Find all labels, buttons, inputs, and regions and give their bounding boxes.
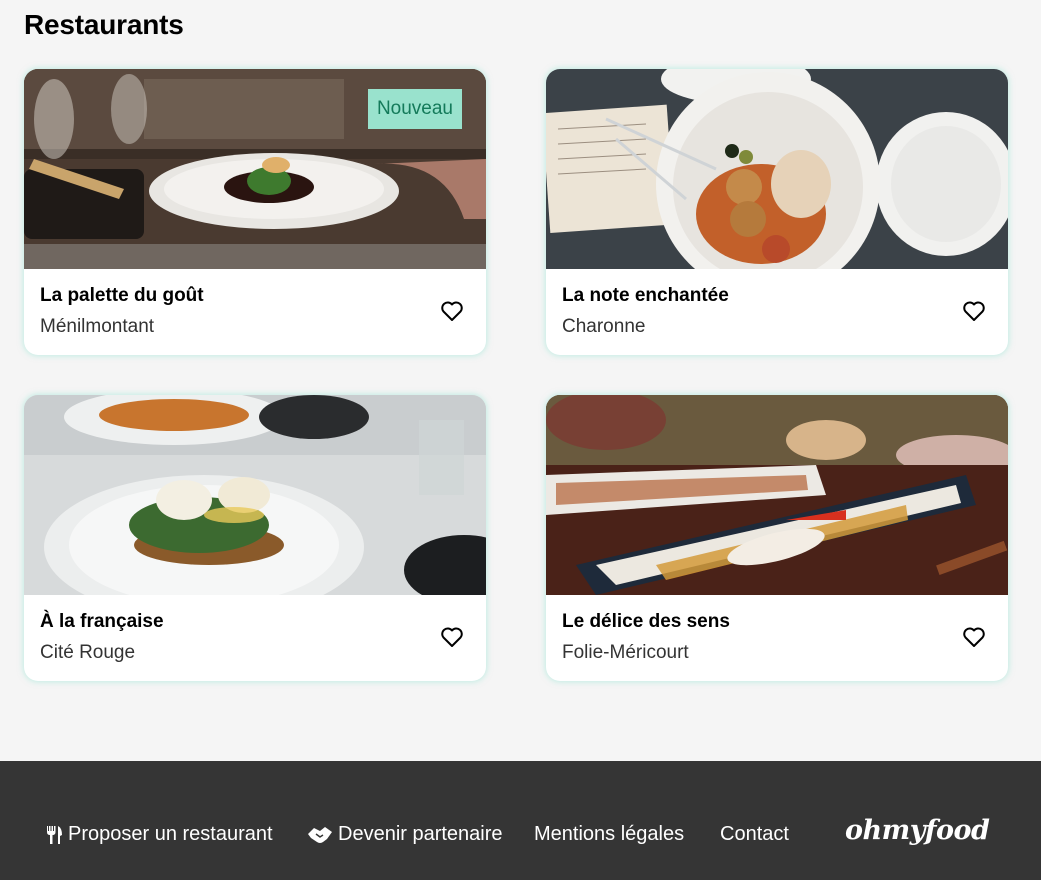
restaurant-card[interactable]: À la française Cité Rouge <box>24 395 486 681</box>
footer-link-contact[interactable]: Contact <box>720 823 789 846</box>
footer-link-label: Mentions légales <box>534 823 685 845</box>
heart-icon[interactable] <box>962 626 986 648</box>
footer-link-become-partner[interactable]: Devenir partenaire <box>307 823 503 846</box>
utensils-icon <box>47 825 62 844</box>
ohmyfood-logo[interactable]: ohmyfood <box>845 815 990 846</box>
footer-link-label: Proposer un restaurant <box>68 823 273 845</box>
restaurant-name: À la française <box>40 611 164 632</box>
restaurant-area: Ménilmontant <box>40 316 155 337</box>
restaurant-area: Cité Rouge <box>40 642 136 663</box>
restaurant-area: Charonne <box>562 316 646 337</box>
restaurant-area: Folie-Méricourt <box>562 642 689 663</box>
restaurant-photo <box>546 395 1008 595</box>
footer-link-label: Devenir partenaire <box>338 823 503 845</box>
heart-icon[interactable] <box>440 300 464 322</box>
restaurant-photo <box>546 69 1008 269</box>
footer-link-legal[interactable]: Mentions légales <box>534 823 684 846</box>
page-title: Restaurants <box>24 9 184 40</box>
footer: Proposer un restaurant Devenir partenair… <box>0 761 1041 880</box>
restaurant-card[interactable]: Le délice des sens Folie-Méricourt <box>546 395 1008 681</box>
new-badge: Nouveau <box>367 89 462 129</box>
restaurant-grid: Nouveau La palette du goût Ménilmontant <box>24 69 1008 681</box>
heart-icon[interactable] <box>440 626 464 648</box>
restaurant-photo <box>24 395 486 595</box>
footer-link-propose-restaurant[interactable]: Proposer un restaurant <box>45 823 273 846</box>
restaurant-name: Le délice des sens <box>562 611 730 632</box>
footer-link-label: Contact <box>720 823 789 845</box>
handshake-icon <box>308 826 332 843</box>
restaurant-card[interactable]: Nouveau La palette du goût Ménilmontant <box>24 69 486 355</box>
restaurant-card[interactable]: La note enchantée Charonne <box>546 69 1008 355</box>
restaurant-name: La palette du goût <box>40 285 204 306</box>
heart-icon[interactable] <box>962 300 986 322</box>
restaurant-name: La note enchantée <box>562 285 729 306</box>
